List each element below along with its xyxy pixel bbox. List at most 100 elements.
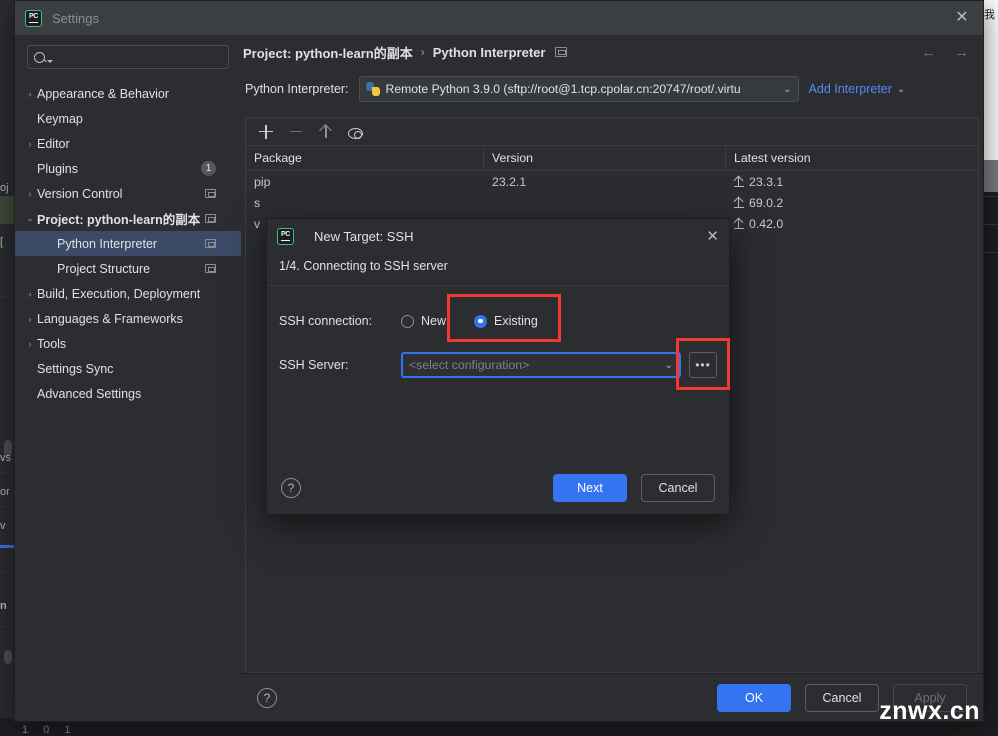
upgrade-available-icon bbox=[734, 176, 744, 187]
search-input[interactable] bbox=[27, 45, 229, 69]
breadcrumb-page: Python Interpreter bbox=[433, 45, 546, 60]
sidebar-item-label: Languages & Frameworks bbox=[37, 312, 183, 326]
sidebar-item-advanced-settings[interactable]: Advanced Settings bbox=[15, 381, 241, 406]
search-icon bbox=[34, 52, 45, 63]
chevron-down-icon: ⌄ bbox=[665, 360, 673, 371]
table-row[interactable]: pip 23.2.1 23.3.1 bbox=[246, 171, 978, 192]
cell-latest-version: 0.42.0 bbox=[726, 217, 978, 231]
add-interpreter-link[interactable]: Add Interpreter ⌄ bbox=[809, 82, 906, 96]
packages-table-header: Package Version Latest version bbox=[246, 146, 978, 171]
sidebar-item-project[interactable]: ⌄ Project: python-learn的副本 bbox=[15, 206, 241, 231]
cell-latest-version-text: 69.0.2 bbox=[749, 196, 783, 210]
column-header-package[interactable]: Package bbox=[246, 146, 484, 170]
sidebar-item-editor[interactable]: › Editor bbox=[15, 131, 241, 156]
close-icon[interactable]: ✕ bbox=[953, 9, 971, 27]
plugins-update-badge: 1 bbox=[201, 161, 216, 176]
background-scrollbar-2[interactable] bbox=[4, 650, 12, 664]
sidebar-item-project-structure[interactable]: Project Structure bbox=[15, 256, 241, 281]
ssh-server-row: SSH Server: <select configuration> ⌄ ••• bbox=[279, 348, 717, 382]
background-white-panel bbox=[984, 0, 998, 160]
chevron-right-icon: › bbox=[23, 314, 37, 324]
ssh-server-select[interactable]: <select configuration> ⌄ bbox=[401, 352, 681, 378]
close-icon[interactable]: ✕ bbox=[706, 229, 719, 244]
sidebar-item-build-execution-deployment[interactable]: › Build, Execution, Deployment bbox=[15, 281, 241, 306]
dialog-footer: ? Next Cancel bbox=[267, 462, 729, 514]
sidebar-item-python-interpreter[interactable]: Python Interpreter bbox=[15, 231, 241, 256]
background-cn-text: 我 bbox=[984, 6, 998, 22]
column-header-version[interactable]: Version bbox=[484, 146, 726, 170]
ssh-connection-label: SSH connection: bbox=[279, 314, 401, 328]
dialog-title: New Target: SSH bbox=[314, 229, 413, 244]
nav-back-icon[interactable]: ← bbox=[921, 44, 936, 61]
help-icon[interactable]: ? bbox=[257, 688, 277, 708]
breadcrumb-project[interactable]: Project: python-learn的副本 bbox=[243, 43, 413, 62]
python-icon bbox=[366, 82, 380, 96]
breadcrumb: Project: python-learn的副本 › Python Interp… bbox=[241, 35, 983, 69]
sidebar-item-plugins[interactable]: Plugins 1 bbox=[15, 156, 241, 181]
sidebar-item-label: Tools bbox=[37, 337, 66, 351]
column-header-latest-version[interactable]: Latest version bbox=[726, 146, 978, 170]
sidebar-item-settings-sync[interactable]: Settings Sync bbox=[15, 356, 241, 381]
sidebar-item-label: Appearance & Behavior bbox=[37, 87, 169, 101]
new-target-ssh-dialog: PC New Target: SSH ✕ 1/4. Connecting to … bbox=[266, 218, 730, 515]
interpreter-row: Python Interpreter: Remote Python 3.9.0 … bbox=[241, 69, 983, 109]
sidebar-item-tools[interactable]: › Tools bbox=[15, 331, 241, 356]
radio-new-label[interactable]: New bbox=[421, 314, 446, 328]
settings-sidebar: › Appearance & Behavior Keymap › Editor … bbox=[15, 35, 241, 721]
sidebar-item-label: Project Structure bbox=[37, 262, 150, 276]
browse-ssh-configurations-button[interactable]: ••• bbox=[689, 352, 717, 378]
table-row[interactable]: s 69.0.2 bbox=[246, 192, 978, 213]
ssh-server-label: SSH Server: bbox=[279, 358, 401, 372]
sidebar-item-version-control[interactable]: › Version Control bbox=[15, 181, 241, 206]
cancel-button[interactable]: Cancel bbox=[805, 684, 879, 712]
chevron-right-icon: › bbox=[23, 139, 37, 149]
pycharm-logo-icon: PC bbox=[277, 228, 294, 245]
ssh-server-placeholder: <select configuration> bbox=[409, 358, 665, 372]
chevron-right-icon: › bbox=[23, 289, 37, 299]
cell-package: s bbox=[246, 196, 484, 210]
radio-existing[interactable] bbox=[474, 315, 487, 328]
add-package-icon[interactable] bbox=[258, 124, 274, 140]
project-scope-icon bbox=[205, 189, 216, 198]
radio-new[interactable] bbox=[401, 315, 414, 328]
sidebar-item-label: Keymap bbox=[37, 112, 83, 126]
cell-version: 23.2.1 bbox=[484, 175, 726, 189]
project-scope-icon bbox=[205, 239, 216, 248]
show-early-releases-icon[interactable] bbox=[348, 128, 363, 139]
sidebar-item-appearance-behavior[interactable]: › Appearance & Behavior bbox=[15, 81, 241, 106]
project-scope-icon bbox=[205, 214, 216, 223]
project-scope-icon bbox=[555, 47, 567, 57]
settings-footer: ? OK Cancel Apply bbox=[241, 673, 983, 721]
next-button[interactable]: Next bbox=[553, 474, 627, 502]
dialog-cancel-button[interactable]: Cancel bbox=[641, 474, 715, 502]
cell-latest-version-text: 23.3.1 bbox=[749, 175, 783, 189]
interpreter-value: Remote Python 3.9.0 (sftp://root@1.tcp.c… bbox=[386, 82, 778, 96]
watermark: znwx.cn bbox=[879, 697, 980, 726]
sidebar-item-keymap[interactable]: Keymap bbox=[15, 106, 241, 131]
sidebar-item-label: Build, Execution, Deployment bbox=[37, 287, 200, 301]
background-grey-panel bbox=[984, 160, 998, 192]
cell-package: pip bbox=[246, 175, 484, 189]
help-icon[interactable]: ? bbox=[281, 478, 301, 498]
interpreter-select[interactable]: Remote Python 3.9.0 (sftp://root@1.tcp.c… bbox=[359, 76, 799, 102]
interpreter-label: Python Interpreter: bbox=[245, 82, 349, 96]
remove-package-icon bbox=[288, 124, 304, 140]
background-status-text: 1 0 1 bbox=[22, 724, 76, 736]
chevron-right-icon: › bbox=[23, 189, 37, 199]
upgrade-package-icon bbox=[318, 124, 334, 140]
cell-latest-version: 23.3.1 bbox=[726, 175, 978, 189]
sidebar-item-languages-frameworks[interactable]: › Languages & Frameworks bbox=[15, 306, 241, 331]
breadcrumb-separator: › bbox=[421, 45, 425, 59]
sidebar-item-label: Python Interpreter bbox=[37, 237, 157, 251]
cell-latest-version-text: 0.42.0 bbox=[749, 217, 783, 231]
sidebar-item-label: Editor bbox=[37, 137, 70, 151]
radio-existing-label[interactable]: Existing bbox=[494, 314, 538, 328]
project-scope-icon bbox=[205, 264, 216, 273]
ok-button[interactable]: OK bbox=[717, 684, 791, 712]
sidebar-item-label: Version Control bbox=[37, 187, 122, 201]
sidebar-item-label: Settings Sync bbox=[37, 362, 113, 376]
packages-toolbar bbox=[246, 118, 978, 146]
window-title: Settings bbox=[52, 11, 99, 26]
nav-forward-icon[interactable]: → bbox=[954, 44, 969, 61]
settings-tree: › Appearance & Behavior Keymap › Editor … bbox=[15, 81, 241, 406]
